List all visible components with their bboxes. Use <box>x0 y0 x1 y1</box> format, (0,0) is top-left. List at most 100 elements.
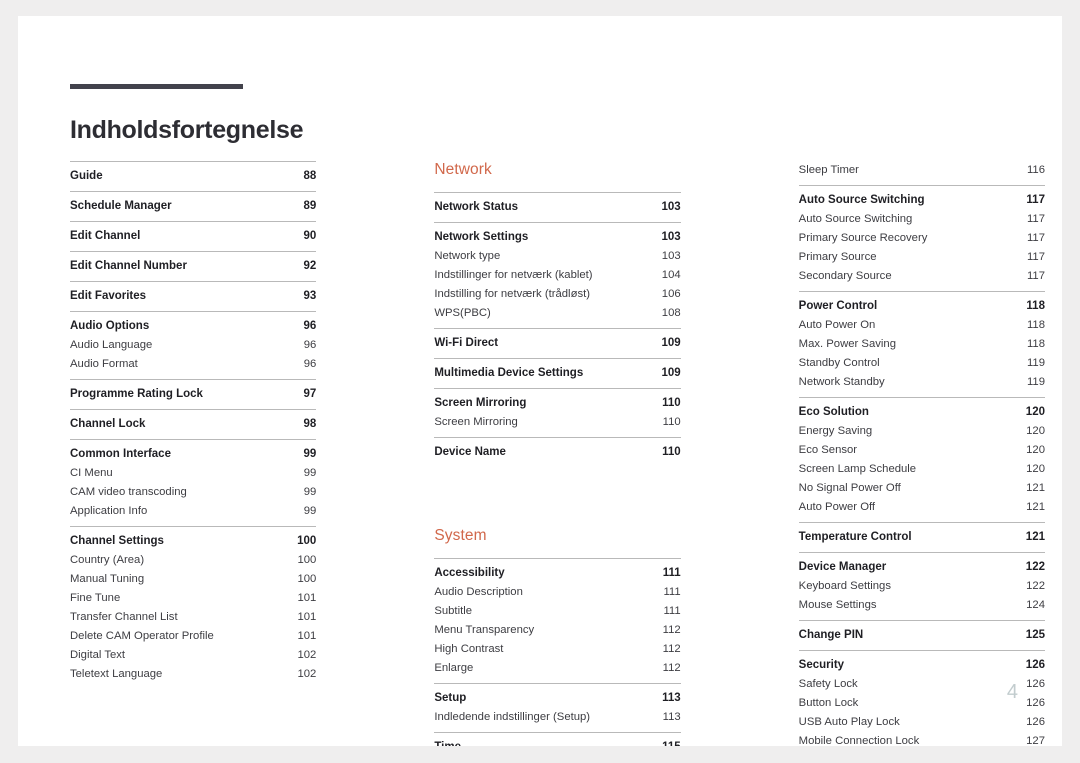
toc-entry-label: Energy Saving <box>798 425 873 437</box>
toc-entry[interactable]: Secondary Source 117 <box>799 267 1045 286</box>
toc-entry[interactable]: Accessibility 111 <box>434 564 680 583</box>
toc-entry-label: Fine Tune <box>70 592 121 604</box>
toc-entry[interactable]: Schedule Manager 89 <box>70 197 316 216</box>
toc-entry[interactable]: Sleep Timer 116 <box>799 161 1045 180</box>
toc-entry-page: 96 <box>303 358 317 370</box>
toc-entry[interactable]: Keyboard Settings 122 <box>799 577 1045 596</box>
toc-entry-label: Manual Tuning <box>70 573 145 585</box>
toc-entry[interactable]: Country (Area) 100 <box>70 551 316 570</box>
toc-entry-page: 92 <box>303 260 317 272</box>
toc-entry[interactable]: WPS(PBC) 108 <box>434 304 680 323</box>
toc-entry-label: Programme Rating Lock <box>70 388 203 400</box>
toc-entry[interactable]: Device Name 110 <box>434 443 680 462</box>
toc-entry[interactable]: Fine Tune 101 <box>70 589 316 608</box>
toc-entry[interactable]: Device Manager 122 <box>799 558 1045 577</box>
toc-entry[interactable]: Screen Mirroring 110 <box>434 394 680 413</box>
toc-entry[interactable]: Auto Source Switching 117 <box>799 210 1045 229</box>
toc-entry-label: Digital Text <box>70 649 126 661</box>
toc-entry-page: 115 <box>662 739 681 746</box>
toc-entry[interactable]: Channel Lock 98 <box>70 415 316 434</box>
toc-group: Screen Mirroring 110 Screen Mirroring 110 <box>434 388 681 437</box>
toc-entry-page: 126 <box>1026 678 1045 690</box>
toc-entry[interactable]: Edit Channel Number 92 <box>70 257 316 276</box>
toc-entry[interactable]: Temperature Control 121 <box>799 528 1045 547</box>
toc-entry[interactable]: Digital Text 102 <box>70 646 316 665</box>
toc-group: Edit Channel Number 92 <box>70 251 317 281</box>
toc-entry[interactable]: Edit Favorites 93 <box>70 287 316 306</box>
toc-entry[interactable]: Change PIN 125 <box>799 626 1045 645</box>
column-left: Guide 88 Schedule Manager 89 Edit Channel 90 E… <box>70 161 317 746</box>
toc-entry-page: 100 <box>297 573 317 585</box>
toc-entry-page: 125 <box>1025 629 1045 641</box>
toc-entry[interactable]: Screen Mirroring 110 <box>434 413 680 432</box>
toc-entry-page: 113 <box>662 692 681 705</box>
toc-entry[interactable]: Audio Format 96 <box>70 355 316 374</box>
toc-entry[interactable]: CI Menu 99 <box>70 464 316 483</box>
toc-entry[interactable]: Setup 113 <box>434 689 680 708</box>
toc-entry-page: 103 <box>661 250 681 263</box>
toc-entry[interactable]: Auto Power On 118 <box>799 316 1045 335</box>
toc-entry[interactable]: Network type 103 <box>434 247 680 266</box>
toc-entry[interactable]: USB Auto Play Lock 126 <box>799 713 1045 732</box>
toc-entry[interactable]: Audio Language 96 <box>70 336 316 355</box>
toc-entry[interactable]: Mouse Settings 124 <box>799 596 1045 615</box>
toc-entry-label: No Signal Power Off <box>798 482 901 494</box>
toc-entry[interactable]: Auto Source Switching 117 <box>799 191 1045 210</box>
toc-entry-label: Auto Source Switching <box>798 194 925 206</box>
toc-entry[interactable]: Common Interface 99 <box>70 445 316 464</box>
toc-entry[interactable]: Primary Source Recovery 117 <box>799 229 1045 248</box>
toc-entry[interactable]: Audio Options 96 <box>70 317 316 336</box>
toc-entry[interactable]: Edit Channel 90 <box>70 227 316 246</box>
page-number: 4 <box>1006 681 1018 703</box>
toc-entry[interactable]: Menu Transparency 112 <box>434 621 680 640</box>
toc-entry[interactable]: Primary Source 117 <box>799 248 1045 267</box>
toc-group: Channel Settings 100 Country (Area) 100 Manu… <box>70 526 317 689</box>
toc-entry[interactable]: Indstilling for netværk (trådløst) 106 <box>434 285 680 304</box>
page-title: Indholdsfortegnelse <box>70 115 304 144</box>
toc-entry[interactable]: Programme Rating Lock 97 <box>70 385 316 404</box>
toc-entry-label: Channel Lock <box>70 418 146 430</box>
toc-entry-label: Menu Transparency <box>434 624 535 637</box>
toc-entry[interactable]: Application Info 99 <box>70 502 316 521</box>
toc-columns: Guide 88 Schedule Manager 89 Edit Channel 90 E… <box>70 161 1045 746</box>
toc-entry[interactable]: Channel Settings 100 <box>70 532 316 551</box>
toc-entry[interactable]: Network Status 103 <box>434 198 680 217</box>
toc-entry-page: 101 <box>297 630 317 642</box>
toc-entry-page: 118 <box>1026 338 1045 350</box>
toc-entry-page: 97 <box>303 388 317 400</box>
toc-entry[interactable]: Security 126 <box>799 656 1045 675</box>
toc-entry-label: Mobile Connection Lock <box>798 735 920 746</box>
toc-entry[interactable]: Mobile Connection Lock 127 <box>799 732 1045 746</box>
toc-entry[interactable]: Auto Power Off 121 <box>799 498 1045 517</box>
toc-entry[interactable]: High Contrast 112 <box>434 640 680 659</box>
toc-entry[interactable]: Energy Saving 120 <box>799 422 1045 441</box>
toc-entry[interactable]: Transfer Channel List 101 <box>70 608 316 627</box>
toc-entry-page: 111 <box>662 567 681 580</box>
toc-entry[interactable]: Network Standby 119 <box>799 373 1045 392</box>
toc-entry[interactable]: Teletext Language 102 <box>70 665 316 684</box>
toc-entry-label: Security <box>798 659 845 671</box>
toc-entry[interactable]: Guide 88 <box>70 167 316 186</box>
toc-entry[interactable]: Eco Sensor 120 <box>799 441 1045 460</box>
toc-entry-label: Max. Power Saving <box>798 338 896 350</box>
toc-entry[interactable]: Multimedia Device Settings 109 <box>434 364 680 383</box>
toc-entry[interactable]: Eco Solution 120 <box>799 403 1045 422</box>
toc-entry[interactable]: Max. Power Saving 118 <box>799 335 1045 354</box>
toc-entry-page: 126 <box>1026 697 1045 709</box>
toc-entry[interactable]: Wi-Fi Direct 109 <box>434 334 680 353</box>
toc-entry[interactable]: No Signal Power Off 121 <box>799 479 1045 498</box>
toc-entry[interactable]: Network Settings 103 <box>434 228 680 247</box>
toc-entry[interactable]: Power Control 118 <box>799 297 1045 316</box>
toc-entry[interactable]: Indledende indstillinger (Setup) 113 <box>434 708 680 727</box>
toc-entry[interactable]: Enlarge 112 <box>434 659 680 678</box>
toc-entry[interactable]: Delete CAM Operator Profile 101 <box>70 627 316 646</box>
toc-entry[interactable]: Subtitle 111 <box>434 602 680 621</box>
toc-entry[interactable]: CAM video transcoding 99 <box>70 483 316 502</box>
toc-entry[interactable]: Screen Lamp Schedule 120 <box>799 460 1045 479</box>
toc-entry[interactable]: Time 115 <box>434 738 680 746</box>
toc-entry[interactable]: Indstillinger for netværk (kablet) 104 <box>434 266 680 285</box>
toc-entry[interactable]: Manual Tuning 100 <box>70 570 316 589</box>
toc-entry[interactable]: Standby Control 119 <box>799 354 1045 373</box>
toc-entry[interactable]: Audio Description 111 <box>434 583 680 602</box>
toc-entry-page: 112 <box>662 662 681 675</box>
